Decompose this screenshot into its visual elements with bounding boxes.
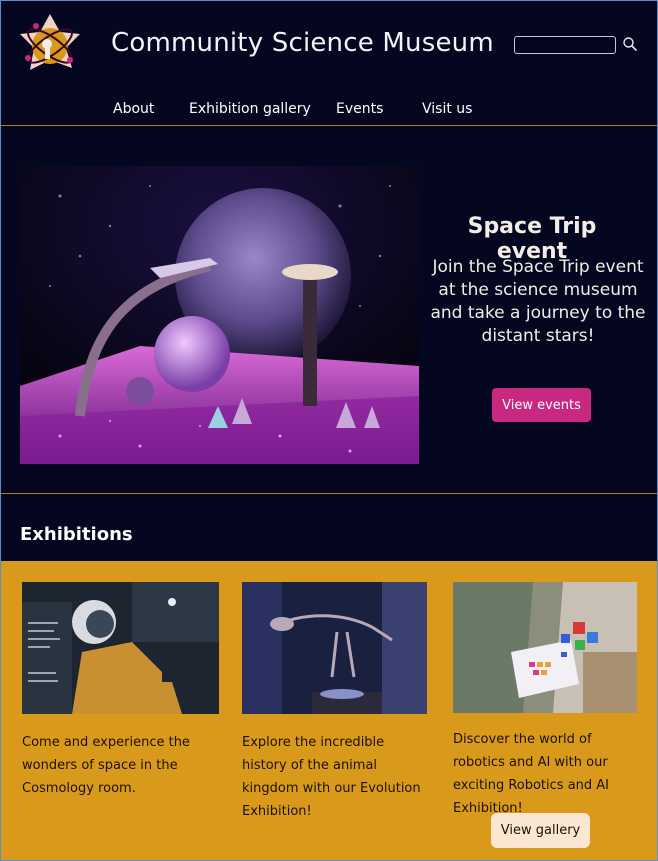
main-nav: About Exhibition gallery Events Visit us bbox=[0, 101, 658, 123]
site-title: Community Science Museum bbox=[111, 28, 494, 58]
site-header: Community Science Museum About Exhibitio… bbox=[0, 0, 658, 126]
view-gallery-button[interactable]: View gallery bbox=[491, 813, 590, 848]
search-icon bbox=[623, 37, 638, 52]
astronaut-suit-image bbox=[22, 582, 219, 714]
hero-description: Join the Space Trip event at the science… bbox=[430, 257, 646, 346]
exhibitions-heading: Exhibitions bbox=[20, 524, 133, 545]
search-button[interactable] bbox=[621, 36, 639, 54]
nav-item-about[interactable]: About bbox=[113, 101, 154, 117]
exhibition-card-text-space: Come and experience the wonders of space… bbox=[22, 735, 190, 796]
nav-item-events[interactable]: Events bbox=[336, 101, 383, 117]
atom-logo-icon[interactable] bbox=[14, 10, 86, 82]
exhibition-card-text-robotics: Discover the world of robotics and AI wi… bbox=[453, 732, 610, 816]
dinosaur-skeleton-image bbox=[242, 582, 427, 714]
exhibition-card-text-evolution: Explore the incredible history of the an… bbox=[242, 735, 421, 819]
robotics-tablet-image bbox=[453, 582, 637, 713]
hero-section: Space Trip event Join the Space Trip eve… bbox=[0, 126, 658, 494]
nav-item-visit-us[interactable]: Visit us bbox=[422, 101, 472, 117]
view-events-button[interactable]: View events bbox=[492, 388, 591, 422]
search-input[interactable] bbox=[514, 36, 616, 54]
nav-item-exhibition-gallery[interactable]: Exhibition gallery bbox=[189, 101, 311, 117]
exhibitions-section: Come and experience the wonders of space… bbox=[0, 561, 658, 861]
space-diorama-image bbox=[20, 166, 419, 464]
